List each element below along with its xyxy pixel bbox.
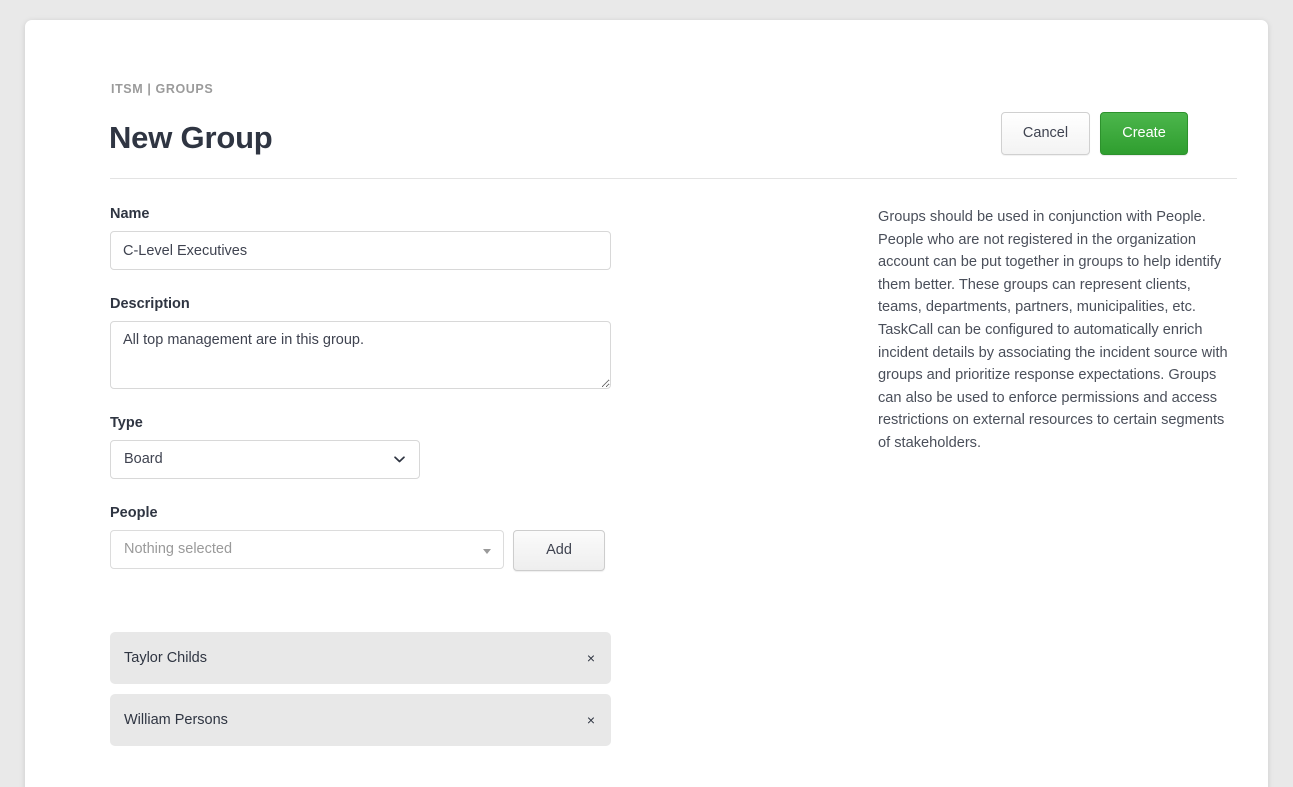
help-text: Groups should be used in conjunction wit… (878, 209, 1228, 451)
description-field-group: Description (110, 296, 612, 389)
list-item[interactable]: William Persons × (110, 694, 611, 746)
close-icon[interactable]: × (587, 713, 595, 727)
people-label: People (110, 505, 158, 521)
header-divider (110, 178, 1237, 179)
breadcrumb: ITSM | GROUPS (111, 82, 214, 96)
type-label: Type (110, 415, 143, 431)
type-select-wrapper: Board (110, 440, 420, 479)
page-root: ITSM | GROUPS New Group Cancel Create Na… (0, 0, 1293, 787)
page-title: New Group (109, 120, 273, 155)
name-label: Name (110, 206, 150, 222)
cancel-button[interactable]: Cancel (1001, 112, 1090, 155)
description-label: Description (110, 296, 190, 312)
people-select[interactable]: Nothing selected (110, 530, 504, 569)
content-card: ITSM | GROUPS New Group Cancel Create Na… (25, 20, 1268, 787)
person-name: William Persons (124, 712, 228, 728)
selected-people-list: Taylor Childs × William Persons × (110, 632, 611, 756)
people-picker-row: Nothing selected Add (110, 530, 612, 571)
header-actions: Cancel Create (1001, 112, 1188, 155)
group-form: Name Description Type Board (110, 206, 612, 597)
close-icon[interactable]: × (587, 651, 595, 665)
name-input[interactable] (110, 231, 611, 270)
name-field-group: Name (110, 206, 612, 270)
add-person-button[interactable]: Add (513, 530, 605, 571)
list-item[interactable]: Taylor Childs × (110, 632, 611, 684)
people-field-group: People Nothing selected Add (110, 505, 612, 571)
caret-down-icon (483, 549, 491, 554)
person-name: Taylor Childs (124, 650, 207, 666)
description-textarea[interactable] (110, 321, 611, 389)
type-select[interactable]: Board (110, 440, 420, 479)
type-field-group: Type Board (110, 415, 612, 479)
create-button[interactable]: Create (1100, 112, 1188, 155)
